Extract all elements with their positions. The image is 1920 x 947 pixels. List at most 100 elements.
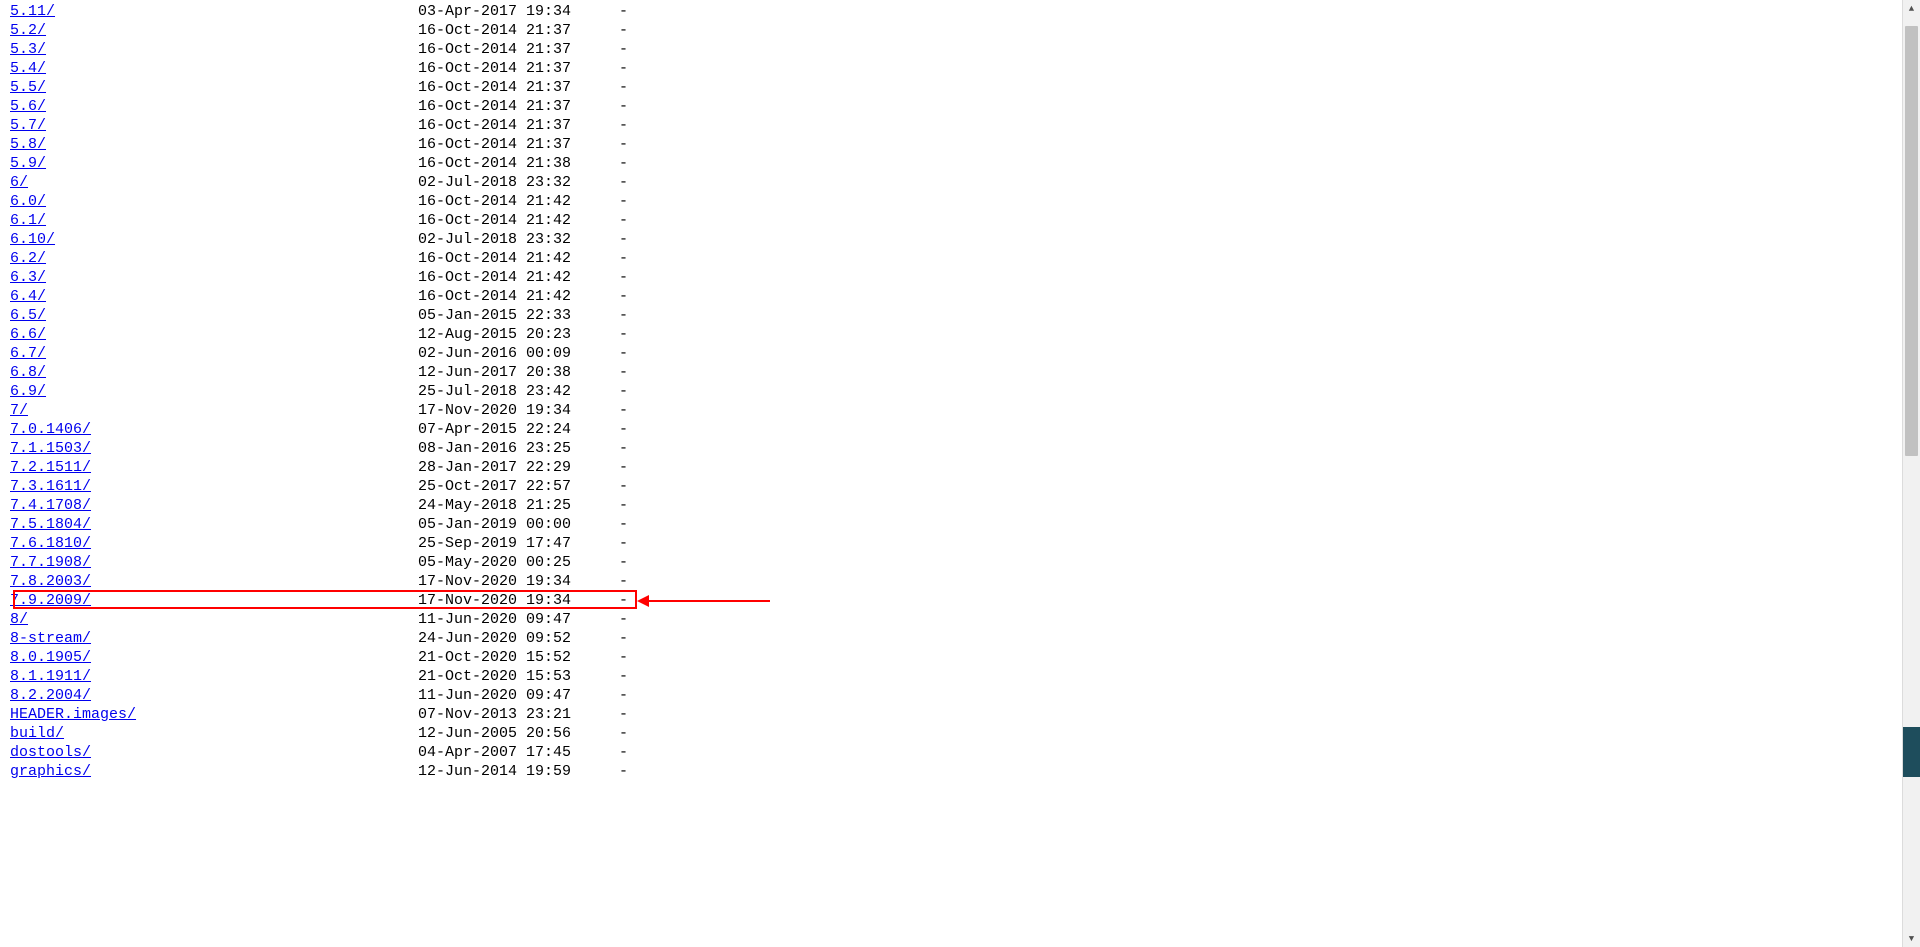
list-item: 7.5.1804/05-Jan-2019 00:00- xyxy=(10,515,1550,534)
list-item: 5.8/16-Oct-2014 21:37- xyxy=(10,135,1550,154)
directory-link[interactable]: 7.0.1406/ xyxy=(10,421,91,438)
directory-link[interactable]: 6.3/ xyxy=(10,269,46,286)
size-column: - xyxy=(598,21,628,40)
list-item: 6.2/16-Oct-2014 21:42- xyxy=(10,249,1550,268)
directory-link[interactable]: 7.1.1503/ xyxy=(10,440,91,457)
scrollbar[interactable]: ▲ ▼ xyxy=(1902,0,1920,947)
list-item: 7.3.1611/25-Oct-2017 22:57- xyxy=(10,477,1550,496)
date-column: 16-Oct-2014 21:38 xyxy=(418,154,598,173)
scrollbar-thumb[interactable] xyxy=(1905,26,1918,456)
directory-link[interactable]: 7.9.2009/ xyxy=(10,592,91,609)
list-item: 7.8.2003/17-Nov-2020 19:34- xyxy=(10,572,1550,591)
directory-link[interactable]: 7.6.1810/ xyxy=(10,535,91,552)
directory-link[interactable]: 8.2.2004/ xyxy=(10,687,91,704)
name-column: 5.5/ xyxy=(10,78,418,97)
directory-link[interactable]: 6.10/ xyxy=(10,231,55,248)
list-item: 6.0/16-Oct-2014 21:42- xyxy=(10,192,1550,211)
scroll-up-arrow-icon[interactable]: ▲ xyxy=(1903,0,1920,17)
directory-link[interactable]: 7.2.1511/ xyxy=(10,459,91,476)
directory-link[interactable]: 8/ xyxy=(10,611,28,628)
size-column: - xyxy=(598,401,628,420)
directory-link[interactable]: 6.2/ xyxy=(10,250,46,267)
size-column: - xyxy=(598,192,628,211)
directory-link[interactable]: 6.9/ xyxy=(10,383,46,400)
date-column: 07-Apr-2015 22:24 xyxy=(418,420,598,439)
directory-link[interactable]: 5.11/ xyxy=(10,3,55,20)
size-column: - xyxy=(598,154,628,173)
size-column: - xyxy=(598,458,628,477)
directory-link[interactable]: 5.3/ xyxy=(10,41,46,58)
size-column: - xyxy=(598,306,628,325)
size-column: - xyxy=(598,591,628,610)
scroll-down-arrow-icon[interactable]: ▼ xyxy=(1903,930,1920,947)
directory-link[interactable]: 6.8/ xyxy=(10,364,46,381)
name-column: 5.4/ xyxy=(10,59,418,78)
size-column: - xyxy=(598,667,628,686)
name-column: 7.8.2003/ xyxy=(10,572,418,591)
size-column: - xyxy=(598,382,628,401)
name-column: 8.2.2004/ xyxy=(10,686,418,705)
size-column: - xyxy=(598,230,628,249)
directory-link[interactable]: dostools/ xyxy=(10,744,91,761)
directory-link[interactable]: 5.8/ xyxy=(10,136,46,153)
size-column: - xyxy=(598,363,628,382)
directory-link[interactable]: HEADER.images/ xyxy=(10,706,136,723)
directory-link[interactable]: 5.7/ xyxy=(10,117,46,134)
name-column: 6.7/ xyxy=(10,344,418,363)
directory-link[interactable]: 6/ xyxy=(10,174,28,191)
date-column: 11-Jun-2020 09:47 xyxy=(418,686,598,705)
name-column: 5.7/ xyxy=(10,116,418,135)
directory-link[interactable]: 7.7.1908/ xyxy=(10,554,91,571)
name-column: 5.6/ xyxy=(10,97,418,116)
size-column: - xyxy=(598,173,628,192)
list-item: 5.4/16-Oct-2014 21:37- xyxy=(10,59,1550,78)
date-column: 05-Jan-2015 22:33 xyxy=(418,306,598,325)
name-column: 6/ xyxy=(10,173,418,192)
list-item: 8.2.2004/11-Jun-2020 09:47- xyxy=(10,686,1550,705)
list-item: 6.3/16-Oct-2014 21:42- xyxy=(10,268,1550,287)
directory-link[interactable]: 5.6/ xyxy=(10,98,46,115)
directory-link[interactable]: 7/ xyxy=(10,402,28,419)
directory-link[interactable]: graphics/ xyxy=(10,763,91,780)
size-column: - xyxy=(598,249,628,268)
directory-link[interactable]: 6.5/ xyxy=(10,307,46,324)
directory-link[interactable]: 8.0.1905/ xyxy=(10,649,91,666)
directory-link[interactable]: build/ xyxy=(10,725,64,742)
date-column: 16-Oct-2014 21:42 xyxy=(418,211,598,230)
directory-link[interactable]: 6.6/ xyxy=(10,326,46,343)
date-column: 12-Jun-2017 20:38 xyxy=(418,363,598,382)
list-item: 6.4/16-Oct-2014 21:42- xyxy=(10,287,1550,306)
date-column: 16-Oct-2014 21:37 xyxy=(418,135,598,154)
size-column: - xyxy=(598,97,628,116)
directory-link[interactable]: 8-stream/ xyxy=(10,630,91,647)
list-item: 7.4.1708/24-May-2018 21:25- xyxy=(10,496,1550,515)
directory-link[interactable]: 6.0/ xyxy=(10,193,46,210)
directory-link[interactable]: 7.4.1708/ xyxy=(10,497,91,514)
directory-link[interactable]: 5.9/ xyxy=(10,155,46,172)
directory-link[interactable]: 7.3.1611/ xyxy=(10,478,91,495)
directory-link[interactable]: 6.4/ xyxy=(10,288,46,305)
directory-link[interactable]: 7.8.2003/ xyxy=(10,573,91,590)
size-column: - xyxy=(598,762,628,781)
date-column: 24-May-2018 21:25 xyxy=(418,496,598,515)
directory-link[interactable]: 5.5/ xyxy=(10,79,46,96)
directory-link[interactable]: 8.1.1911/ xyxy=(10,668,91,685)
directory-link[interactable]: 7.5.1804/ xyxy=(10,516,91,533)
date-column: 21-Oct-2020 15:52 xyxy=(418,648,598,667)
date-column: 21-Oct-2020 15:53 xyxy=(418,667,598,686)
size-column: - xyxy=(598,534,628,553)
size-column: - xyxy=(598,268,628,287)
date-column: 16-Oct-2014 21:37 xyxy=(418,21,598,40)
list-item: 8-stream/24-Jun-2020 09:52- xyxy=(10,629,1550,648)
arrow-annotation xyxy=(645,600,770,602)
list-item: build/12-Jun-2005 20:56- xyxy=(10,724,1550,743)
directory-link[interactable]: 5.2/ xyxy=(10,22,46,39)
date-column: 25-Jul-2018 23:42 xyxy=(418,382,598,401)
list-item: 7.0.1406/07-Apr-2015 22:24- xyxy=(10,420,1550,439)
size-column: - xyxy=(598,2,628,21)
directory-link[interactable]: 6.7/ xyxy=(10,345,46,362)
name-column: 6.10/ xyxy=(10,230,418,249)
directory-link[interactable]: 5.4/ xyxy=(10,60,46,77)
directory-link[interactable]: 6.1/ xyxy=(10,212,46,229)
size-column: - xyxy=(598,344,628,363)
